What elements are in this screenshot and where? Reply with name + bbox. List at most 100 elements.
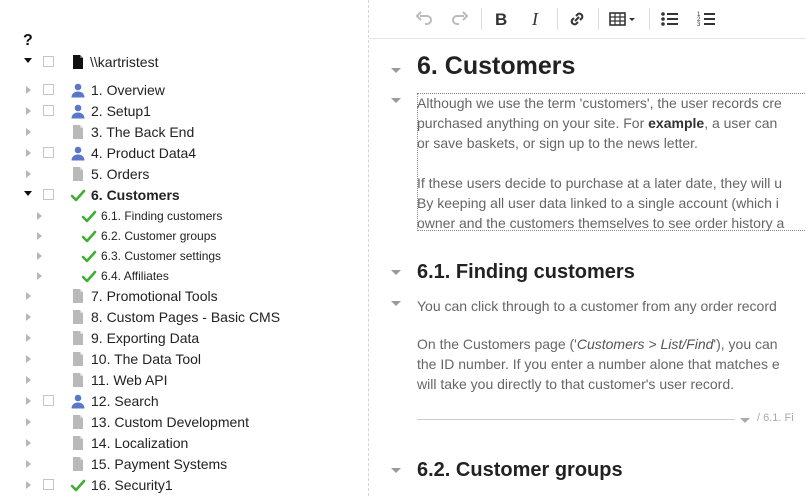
expand-toggle-icon[interactable] [26, 292, 31, 300]
tree-item[interactable]: 5. Orders [0, 164, 368, 184]
tree-checkbox[interactable] [43, 84, 54, 95]
italic-icon[interactable]: I [525, 8, 549, 30]
section-collapse-icon[interactable] [391, 68, 401, 73]
tree-item[interactable]: 16. Security1 [0, 475, 368, 495]
document-icon [70, 166, 86, 182]
tree-item[interactable]: 15. Payment Systems [0, 454, 368, 474]
tree-item-label: 14. Localization [91, 435, 189, 451]
tree-item[interactable]: 8. Custom Pages - Basic CMS [0, 307, 368, 327]
tree-item-label: 3. The Back End [91, 124, 195, 140]
expand-toggle-icon[interactable] [26, 86, 31, 94]
tree-item[interactable]: 7. Promotional Tools [0, 286, 368, 306]
expand-toggle-icon[interactable] [26, 334, 31, 342]
tree-item-label: 6.2. Customer groups [101, 229, 217, 243]
svg-text:B: B [495, 10, 507, 29]
tree-item[interactable]: 12. Search [0, 391, 368, 411]
tree-item[interactable]: 9. Exporting Data [0, 328, 368, 348]
tree-item[interactable]: 6.4. Affiliates [0, 266, 368, 286]
tree-item[interactable]: 6. Customers [0, 185, 368, 205]
check-icon [70, 187, 86, 203]
tree-checkbox[interactable] [43, 56, 54, 67]
bold-icon[interactable]: B [489, 8, 513, 30]
tree-checkbox[interactable] [43, 395, 54, 406]
svg-text:3: 3 [697, 22, 701, 28]
expand-toggle-icon[interactable] [26, 397, 31, 405]
tree-checkbox[interactable] [43, 147, 54, 158]
tree-item-label: 6. Customers [91, 187, 180, 203]
expand-toggle-icon[interactable] [37, 252, 42, 260]
section-heading-finding-customers[interactable]: 6.1. Finding customers [417, 261, 635, 284]
tree-item-label: 4. Product Data4 [91, 145, 197, 161]
tree-item-label: 6.1. Finding customers [101, 209, 223, 223]
tree-item-label: 10. The Data Tool [91, 351, 202, 367]
intro-paragraph[interactable]: Although we use the term 'customers', th… [417, 93, 784, 233]
check-icon [81, 228, 97, 244]
check-icon [81, 268, 97, 284]
tree-item[interactable]: 10. The Data Tool [0, 349, 368, 369]
document-icon [70, 351, 86, 367]
tree-item[interactable]: 13. Custom Development [0, 412, 368, 432]
tree-item[interactable]: 2. Setup1 [0, 101, 368, 121]
toolbar-separator [598, 8, 599, 30]
finding-paragraph-2[interactable]: On the Customers page ('Customers > List… [417, 334, 780, 394]
expand-toggle-icon[interactable] [26, 170, 31, 178]
tree-checkbox[interactable] [43, 105, 54, 116]
tree-checkbox[interactable] [43, 189, 54, 200]
expand-toggle-icon[interactable] [26, 149, 31, 157]
divider-dropdown-icon[interactable] [740, 418, 750, 423]
expand-toggle-icon[interactable] [26, 418, 31, 426]
expand-toggle-icon[interactable] [37, 232, 42, 240]
tree-item-label: 6.4. Affiliates [101, 269, 169, 283]
tree-item-label: 1. Overview [91, 82, 165, 98]
tree-item[interactable]: 6.1. Finding customers [0, 206, 368, 226]
expand-toggle-icon[interactable] [26, 313, 31, 321]
expand-toggle-icon[interactable] [26, 439, 31, 447]
expand-toggle-icon[interactable] [37, 272, 42, 280]
user-icon [70, 393, 86, 409]
tree-item-label: 11. Web API [91, 372, 168, 388]
section-collapse-icon[interactable] [391, 270, 401, 275]
expand-toggle-icon[interactable] [26, 481, 31, 489]
collapse-toggle-icon[interactable] [24, 58, 32, 63]
outline-tree-panel: ? \\kartristest 1. Overview 2. Setup1 3. T… [0, 0, 369, 496]
undo-icon[interactable] [412, 8, 436, 30]
toolbar-separator [649, 8, 650, 30]
collapse-toggle-icon[interactable] [24, 191, 32, 196]
redo-icon[interactable] [448, 8, 472, 30]
check-icon [70, 477, 86, 493]
expand-toggle-icon[interactable] [37, 212, 42, 220]
tree-item[interactable]: 1. Overview [0, 80, 368, 100]
section-breadcrumb: / 6.1. Fi [757, 412, 794, 424]
expand-toggle-icon[interactable] [26, 128, 31, 136]
bullet-list-icon[interactable] [658, 8, 682, 30]
finding-paragraph-1[interactable]: You can click through to a customer from… [417, 296, 777, 316]
tree-item[interactable]: 6.3. Customer settings [0, 246, 368, 266]
tree-item[interactable]: 14. Localization [0, 433, 368, 453]
document-icon [70, 456, 86, 472]
help-icon[interactable]: ? [23, 32, 33, 50]
document-icon [70, 435, 86, 451]
expand-toggle-icon[interactable] [26, 355, 31, 363]
tree-root-label: \\kartristest [90, 54, 159, 70]
expand-toggle-icon[interactable] [26, 460, 31, 468]
table-icon[interactable] [607, 8, 641, 30]
paragraph-collapse-icon[interactable] [391, 301, 401, 306]
tree-checkbox[interactable] [43, 479, 54, 490]
tree-item[interactable]: 4. Product Data4 [0, 143, 368, 163]
tree-item-label: 8. Custom Pages - Basic CMS [91, 309, 281, 325]
user-icon [70, 145, 86, 161]
expand-toggle-icon[interactable] [26, 376, 31, 384]
tree-item[interactable]: 3. The Back End [0, 122, 368, 142]
section-collapse-icon[interactable] [391, 468, 401, 473]
section-heading-customers[interactable]: 6. Customers [417, 52, 575, 81]
tree-root[interactable]: \\kartristest [0, 52, 368, 72]
paragraph-collapse-icon[interactable] [391, 98, 401, 103]
tree-item-label: 12. Search [91, 393, 159, 409]
numbered-list-icon[interactable]: 123 [695, 8, 719, 30]
section-heading-customer-groups[interactable]: 6.2. Customer groups [417, 459, 623, 482]
tree-item[interactable]: 6.2. Customer groups [0, 226, 368, 246]
link-icon[interactable] [565, 8, 589, 30]
expand-toggle-icon[interactable] [26, 107, 31, 115]
document-icon [70, 124, 86, 140]
tree-item[interactable]: 11. Web API [0, 370, 368, 390]
